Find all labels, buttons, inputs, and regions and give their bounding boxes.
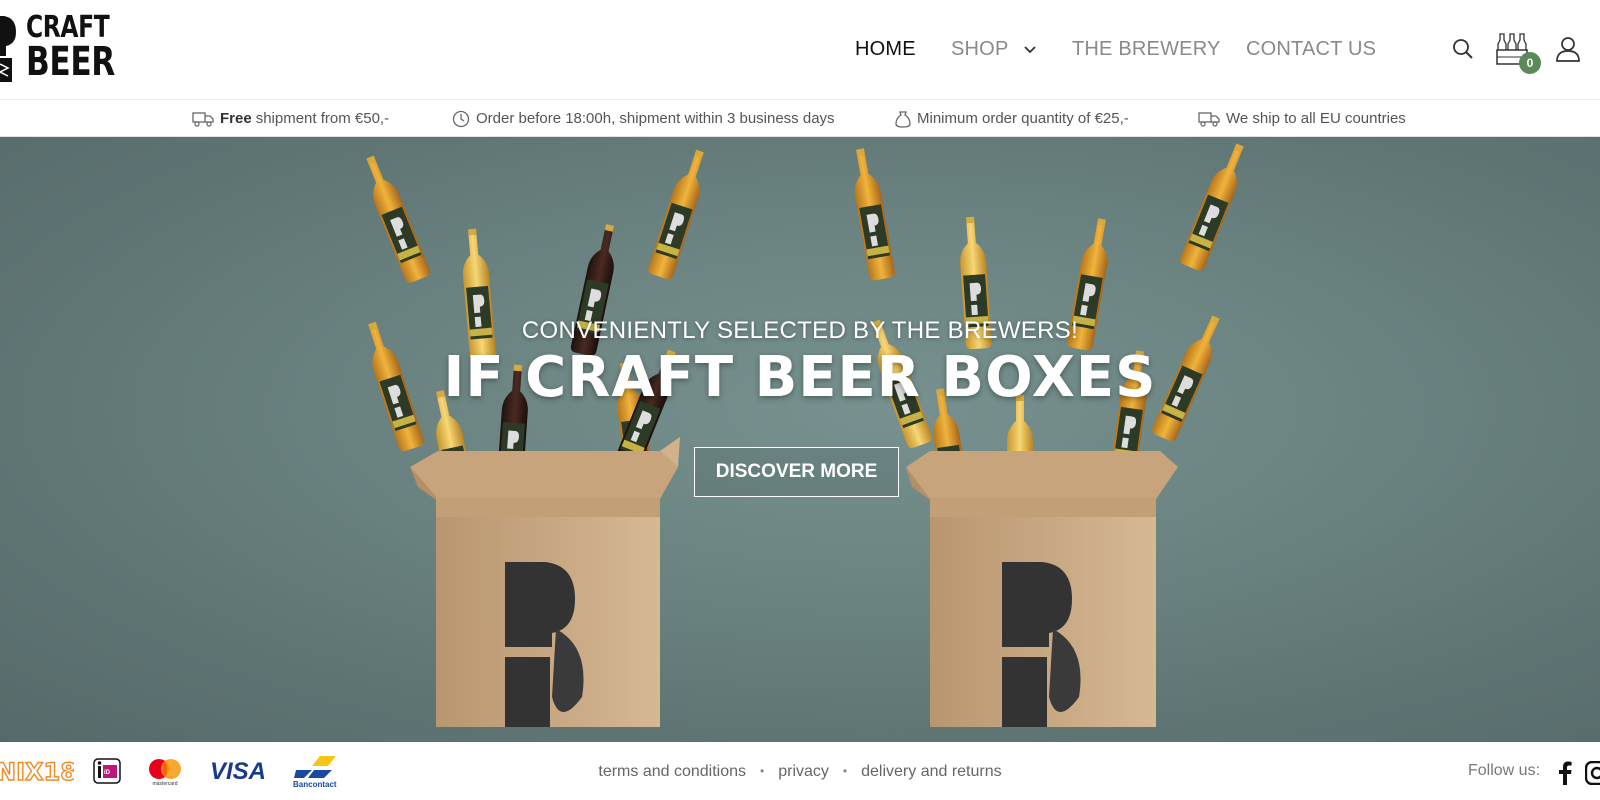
usp-eu-shipping: We ship to all EU countries	[1198, 100, 1406, 137]
search-icon	[1453, 39, 1473, 59]
usp-free-shipping: Free shipment from €50,-	[192, 100, 389, 137]
truck-icon	[1198, 111, 1220, 127]
nav-contact[interactable]: CONTACT US	[1246, 34, 1376, 64]
user-icon	[1556, 37, 1580, 62]
cart-count-badge: 0	[1519, 52, 1541, 74]
site-footer: NIX18 iD mastercard VISA Bancontact term…	[0, 742, 1600, 800]
usp-text: We ship to all EU countries	[1226, 110, 1406, 127]
nav-home[interactable]: HOME	[855, 34, 916, 64]
right-beer-box	[906, 451, 1178, 727]
bancontact-logo-icon: Bancontact	[293, 756, 337, 788]
usp-bar: Free shipment from €50,- Order before 18…	[0, 100, 1600, 137]
search-button[interactable]	[1451, 37, 1475, 66]
link-separator: •	[760, 764, 765, 778]
usp-minimum-order: Minimum order quantity of €25,-	[895, 100, 1129, 137]
terms-link[interactable]: terms and conditions	[598, 763, 746, 780]
site-header: CRAFT BEER HOME SHOP THE BREWERY CONTACT…	[0, 0, 1600, 100]
svg-text:Bancontact: Bancontact	[293, 780, 337, 788]
usp-free-bold: Free	[220, 110, 252, 127]
truck-icon	[192, 111, 214, 127]
usp-text: Minimum order quantity of €25,-	[917, 110, 1129, 127]
nav-brewery[interactable]: THE BREWERY	[1072, 34, 1221, 64]
mastercard-logo-icon: mastercard	[149, 759, 181, 787]
brand-logo-icon	[0, 16, 16, 82]
follow-us-label: Follow us:	[1468, 762, 1541, 779]
site-logo[interactable]: CRAFT BEER	[0, 12, 124, 86]
hero-title: IF CRAFT BEER BOXES	[443, 345, 1157, 410]
usp-order-deadline: Order before 18:00h, shipment within 3 b…	[452, 100, 835, 137]
account-button[interactable]	[1555, 36, 1581, 67]
ideal-logo-icon: iD	[93, 758, 121, 784]
discover-more-button[interactable]: DISCOVER MORE	[694, 447, 899, 497]
nix18-logo-icon: NIX18	[0, 758, 74, 784]
logo-text-beer: BEER	[26, 39, 115, 85]
hero-subtitle: CONVENIENTLY SELECTED BY THE BREWERS!	[521, 317, 1079, 344]
svg-text:iD: iD	[104, 770, 111, 776]
privacy-link[interactable]: privacy	[778, 763, 829, 780]
facebook-link[interactable]	[1558, 761, 1572, 790]
delivery-returns-link[interactable]: delivery and returns	[861, 763, 1002, 780]
hero-banner: CONVENIENTLY SELECTED BY THE BREWERS! IF…	[0, 137, 1600, 742]
instagram-icon	[1584, 760, 1600, 786]
usp-text: Order before 18:00h, shipment within 3 b…	[476, 110, 835, 127]
left-beer-box	[410, 437, 680, 727]
svg-text:NIX18: NIX18	[0, 758, 74, 784]
nav-shop-label: SHOP	[951, 38, 1009, 60]
svg-text:VISA: VISA	[210, 759, 266, 783]
clock-icon	[452, 110, 470, 127]
usp-text: shipment from €50,-	[255, 110, 390, 127]
bag-icon	[895, 110, 911, 128]
nav-shop[interactable]: SHOP	[951, 34, 1036, 64]
instagram-link[interactable]	[1584, 760, 1600, 790]
link-separator: •	[842, 764, 848, 778]
facebook-icon	[1559, 761, 1572, 785]
hero-beer-boxes-image	[357, 140, 1253, 727]
visa-logo-icon: VISA	[210, 759, 266, 783]
svg-text:mastercard: mastercard	[152, 781, 177, 787]
chevron-down-icon	[1024, 46, 1036, 53]
